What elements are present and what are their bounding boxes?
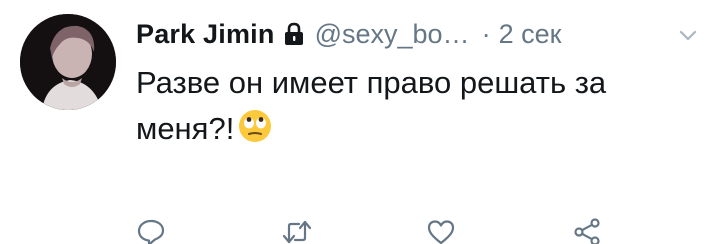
avatar[interactable] <box>20 14 116 110</box>
tweet[interactable]: Park Jimin @sexy_bo… · 2 сек Разве он им… <box>0 0 718 244</box>
share-icon[interactable] <box>572 218 602 244</box>
separator-dot: · <box>481 18 491 49</box>
tweet-text-content: Разве он имеет право решать за меня?! <box>136 65 607 146</box>
reply-icon[interactable] <box>136 218 166 244</box>
user-handle[interactable]: @sexy_bo… <box>315 19 470 50</box>
face-with-rolling-eyes-emoji <box>238 109 272 143</box>
tweet-text: Разве он имеет право решать за меня?! <box>136 60 704 152</box>
tweet-header: Park Jimin @sexy_bo… · 2 сек <box>136 14 561 54</box>
timestamp[interactable]: 2 сек <box>499 19 562 50</box>
lock-icon <box>283 21 305 47</box>
chevron-down-icon[interactable] <box>678 28 698 42</box>
display-name[interactable]: Park Jimin <box>136 19 275 50</box>
avatar-image <box>20 14 116 110</box>
tweet-actions <box>0 218 718 244</box>
heart-icon[interactable] <box>426 218 456 244</box>
retweet-icon[interactable] <box>282 218 312 244</box>
